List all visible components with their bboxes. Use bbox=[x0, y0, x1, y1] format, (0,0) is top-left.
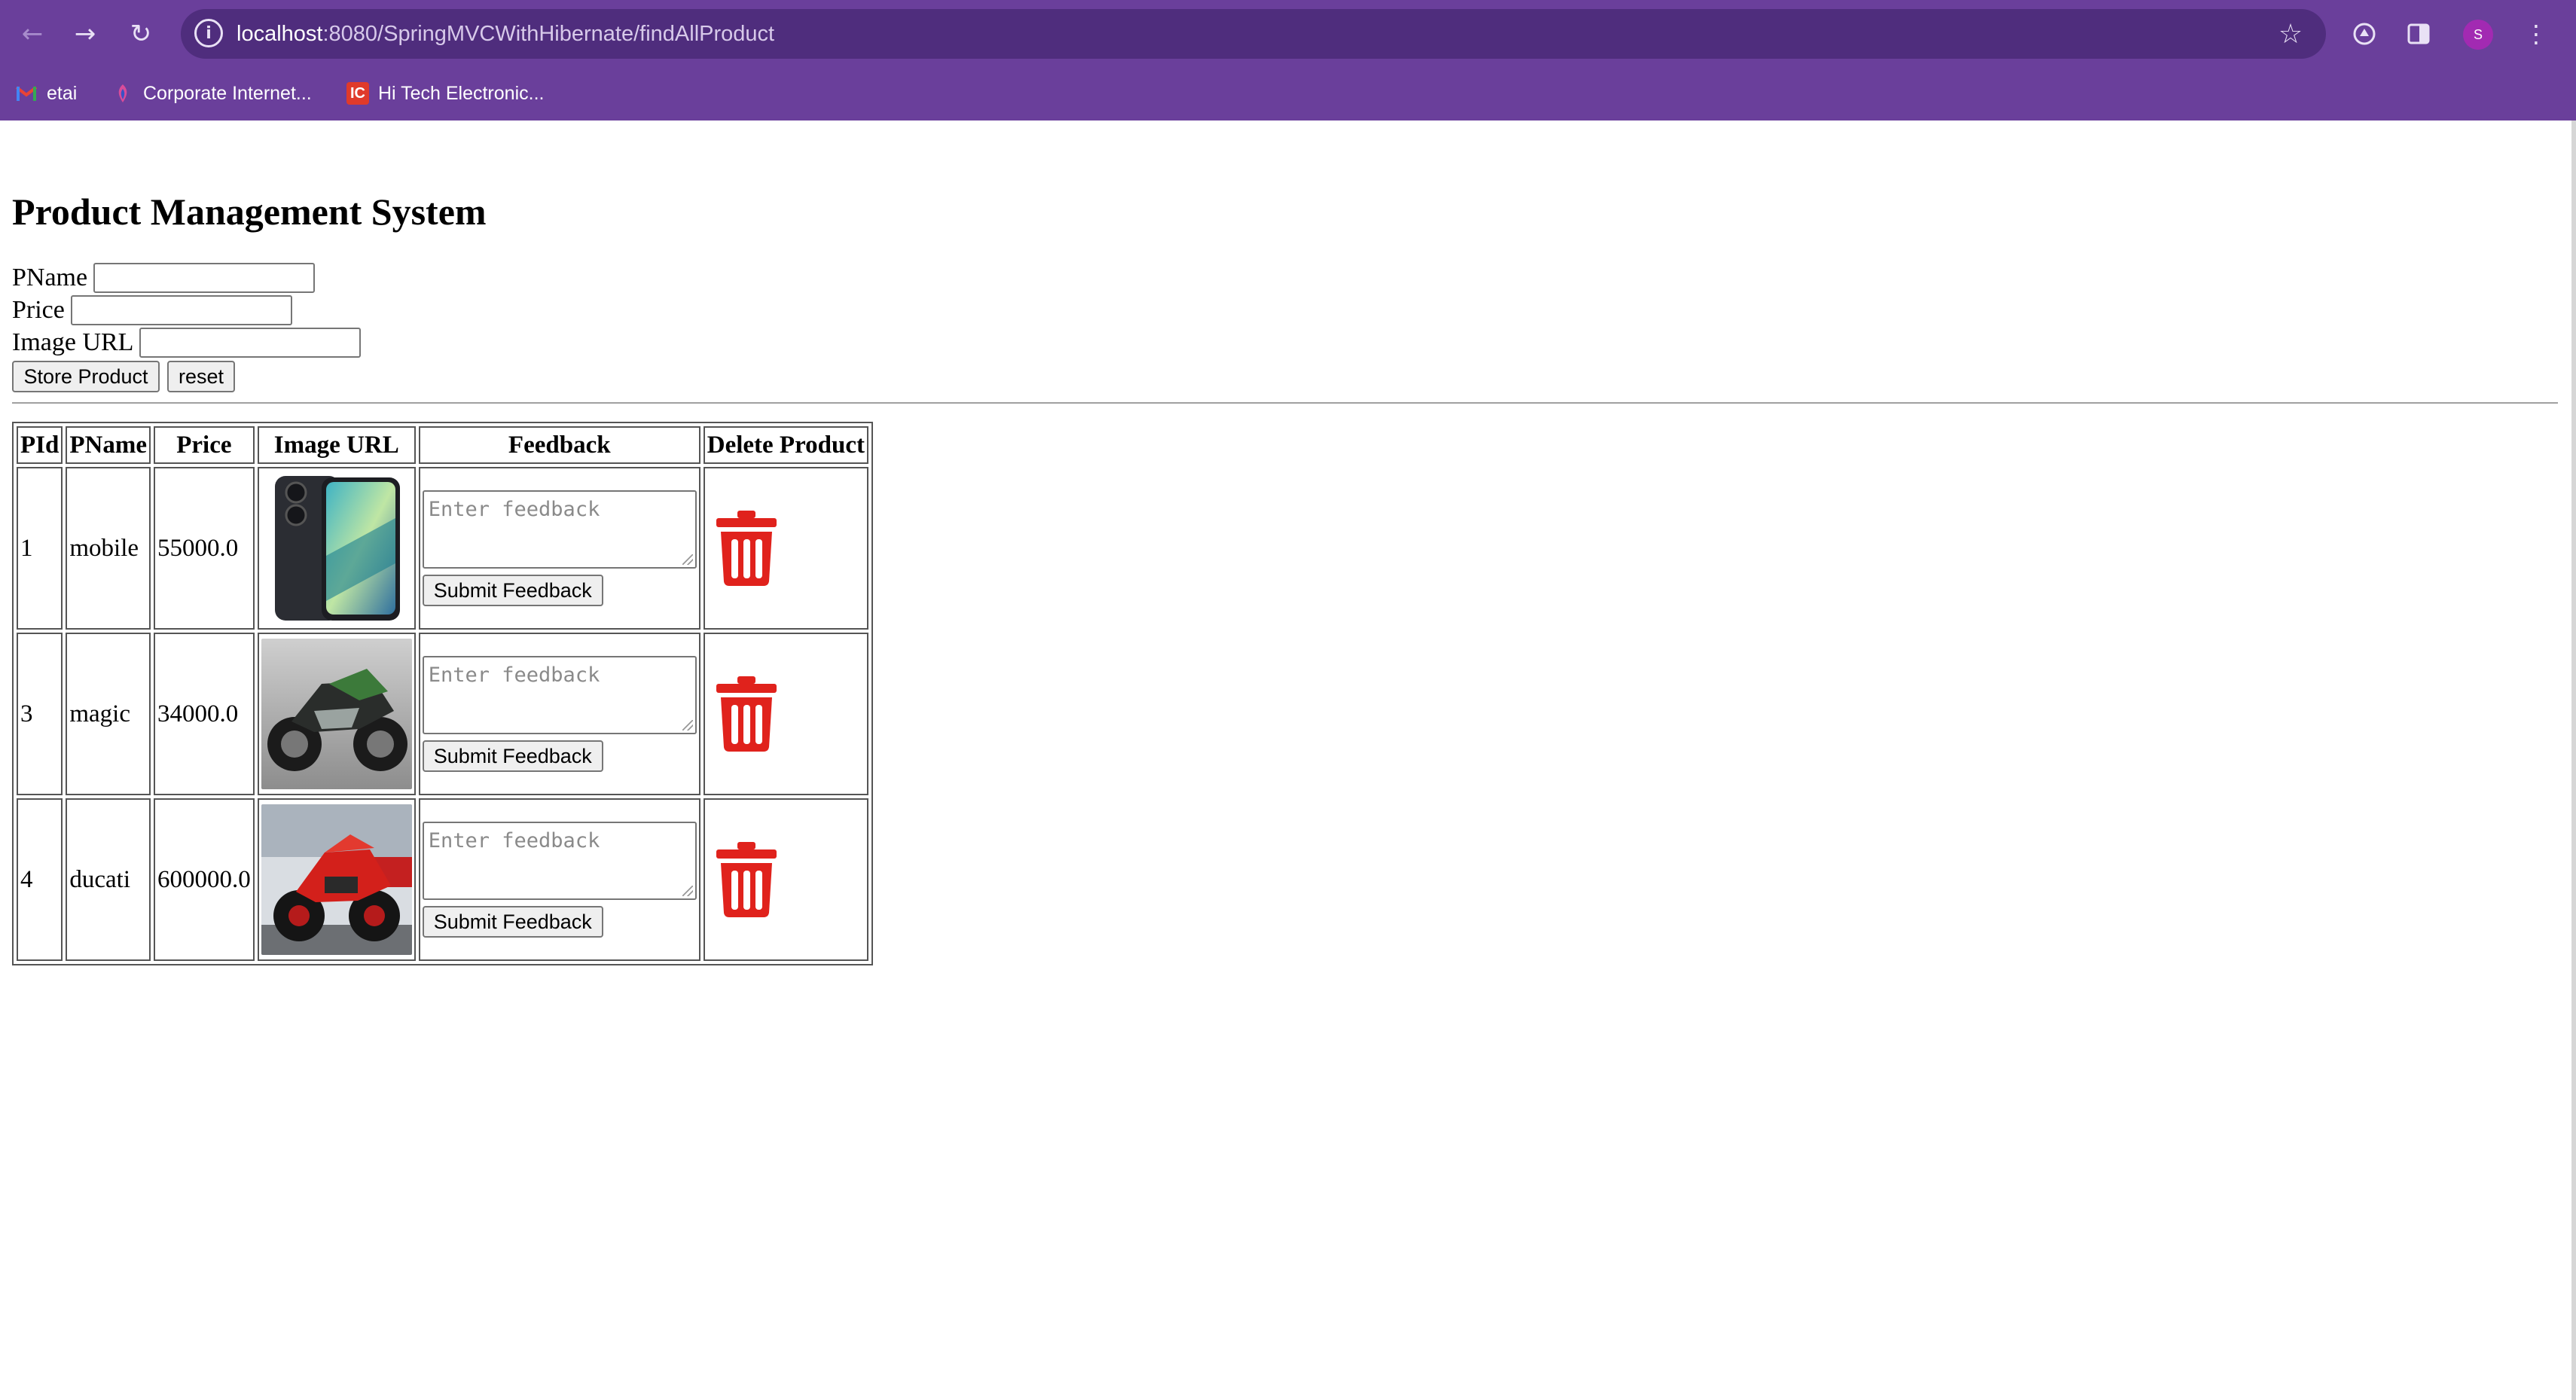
bookmarks-bar: etai Corporate Internet... IC Hi Tech El… bbox=[0, 68, 2576, 120]
cell-image bbox=[257, 798, 416, 961]
bookmark-star-icon[interactable]: ☆ bbox=[2272, 15, 2309, 53]
table-row: 1 mobile 55000.0 Enter feedback Submit F… bbox=[17, 467, 868, 630]
header-pname: PName bbox=[66, 426, 151, 464]
feedback-textarea[interactable]: Enter feedback bbox=[422, 490, 697, 569]
submit-feedback-button[interactable]: Submit Feedback bbox=[422, 906, 603, 938]
bookmark-label: Hi Tech Electronic... bbox=[378, 82, 545, 104]
page-title: Product Management System bbox=[12, 191, 487, 233]
trash-icon[interactable] bbox=[716, 511, 777, 586]
store-product-button[interactable]: Store Product bbox=[12, 361, 160, 392]
motorcycle-image bbox=[261, 639, 412, 789]
bookmark-etai[interactable]: etai bbox=[15, 78, 77, 108]
divider bbox=[12, 402, 2558, 404]
red-ducati-image bbox=[261, 804, 412, 955]
url-text[interactable]: localhost:8080/SpringMVCWithHibernate/fi… bbox=[237, 17, 774, 51]
cell-price: 600000.0 bbox=[154, 798, 255, 961]
cell-delete bbox=[703, 633, 868, 795]
feedback-textarea[interactable]: Enter feedback bbox=[422, 822, 697, 900]
extension-icon[interactable] bbox=[2344, 14, 2385, 54]
price-input[interactable] bbox=[70, 295, 292, 325]
image-url-label: Image URL bbox=[12, 328, 134, 356]
address-bar[interactable]: i localhost:8080/SpringMVCWithHibernate/… bbox=[181, 9, 2326, 59]
url-path: :8080/SpringMVCWithHibernate/findAllProd… bbox=[322, 22, 775, 46]
profile-avatar[interactable]: S bbox=[2463, 20, 2493, 50]
table-header-row: PId PName Price Image URL Feedback Delet… bbox=[17, 426, 868, 464]
scrollbar[interactable] bbox=[2571, 120, 2576, 1400]
corporate-icon bbox=[111, 82, 134, 105]
smartphone-image bbox=[261, 473, 412, 624]
textarea-resize-handle[interactable] bbox=[682, 554, 693, 565]
price-label: Price bbox=[12, 296, 65, 324]
forward-arrow-icon[interactable]: → bbox=[65, 14, 105, 54]
cell-price: 34000.0 bbox=[154, 633, 255, 795]
cell-pname: mobile bbox=[66, 467, 151, 630]
table-row: 4 ducati 600000.0 Enter feedback Submit … bbox=[17, 798, 868, 961]
reset-button[interactable]: reset bbox=[167, 361, 235, 392]
price-row: Price bbox=[12, 294, 292, 327]
cell-pid: 3 bbox=[17, 633, 63, 795]
pname-row: PName bbox=[12, 261, 316, 294]
browser-toolbar: ← → ↻ i localhost:8080/SpringMVCWithHibe… bbox=[0, 0, 2576, 68]
bookmark-label: etai bbox=[47, 82, 78, 104]
site-info-icon[interactable]: i bbox=[194, 19, 223, 47]
header-image-url: Image URL bbox=[257, 426, 416, 464]
back-arrow-icon[interactable]: ← bbox=[12, 14, 53, 54]
form-buttons: Store Product reset bbox=[12, 360, 235, 393]
pname-label: PName bbox=[12, 264, 88, 291]
cell-image bbox=[257, 633, 416, 795]
table-row: 3 magic 34000.0 Enter feedback Submit Fe… bbox=[17, 633, 868, 795]
cell-pid: 1 bbox=[17, 467, 63, 630]
feedback-textarea[interactable]: Enter feedback bbox=[422, 656, 697, 734]
kebab-menu-icon[interactable]: ⋮ bbox=[2516, 14, 2556, 54]
cell-delete bbox=[703, 798, 868, 961]
gmail-icon bbox=[15, 82, 38, 105]
cell-feedback: Enter feedback Submit Feedback bbox=[418, 467, 700, 630]
pname-input[interactable] bbox=[93, 263, 316, 293]
url-host: localhost bbox=[237, 22, 323, 46]
cell-delete bbox=[703, 467, 868, 630]
header-delete-product: Delete Product bbox=[703, 426, 868, 464]
cell-pname: magic bbox=[66, 633, 151, 795]
image-url-input[interactable] bbox=[139, 328, 362, 358]
cell-image bbox=[257, 467, 416, 630]
side-panel-icon[interactable] bbox=[2398, 14, 2439, 54]
bookmark-hitech[interactable]: IC Hi Tech Electronic... bbox=[346, 78, 544, 108]
header-pid: PId bbox=[17, 426, 63, 464]
cell-pname: ducati bbox=[66, 798, 151, 961]
cell-price: 55000.0 bbox=[154, 467, 255, 630]
bookmark-label: Corporate Internet... bbox=[143, 82, 312, 104]
textarea-resize-handle[interactable] bbox=[682, 886, 693, 896]
header-price: Price bbox=[154, 426, 255, 464]
trash-icon[interactable] bbox=[716, 676, 777, 752]
image-url-row: Image URL bbox=[12, 326, 362, 359]
trash-icon[interactable] bbox=[716, 842, 777, 917]
page-content: Product Management System PName Price Im… bbox=[0, 120, 2571, 1400]
product-table: PId PName Price Image URL Feedback Delet… bbox=[12, 422, 873, 965]
browser-chrome: ← → ↻ i localhost:8080/SpringMVCWithHibe… bbox=[0, 0, 2576, 120]
bookmark-corporate[interactable]: Corporate Internet... bbox=[111, 78, 312, 108]
cell-pid: 4 bbox=[17, 798, 63, 961]
cell-feedback: Enter feedback Submit Feedback bbox=[418, 798, 700, 961]
cell-feedback: Enter feedback Submit Feedback bbox=[418, 633, 700, 795]
submit-feedback-button[interactable]: Submit Feedback bbox=[422, 575, 603, 606]
reload-icon[interactable]: ↻ bbox=[121, 14, 161, 54]
header-feedback: Feedback bbox=[418, 426, 700, 464]
hitech-icon: IC bbox=[346, 82, 369, 105]
textarea-resize-handle[interactable] bbox=[682, 720, 693, 731]
submit-feedback-button[interactable]: Submit Feedback bbox=[422, 740, 603, 772]
